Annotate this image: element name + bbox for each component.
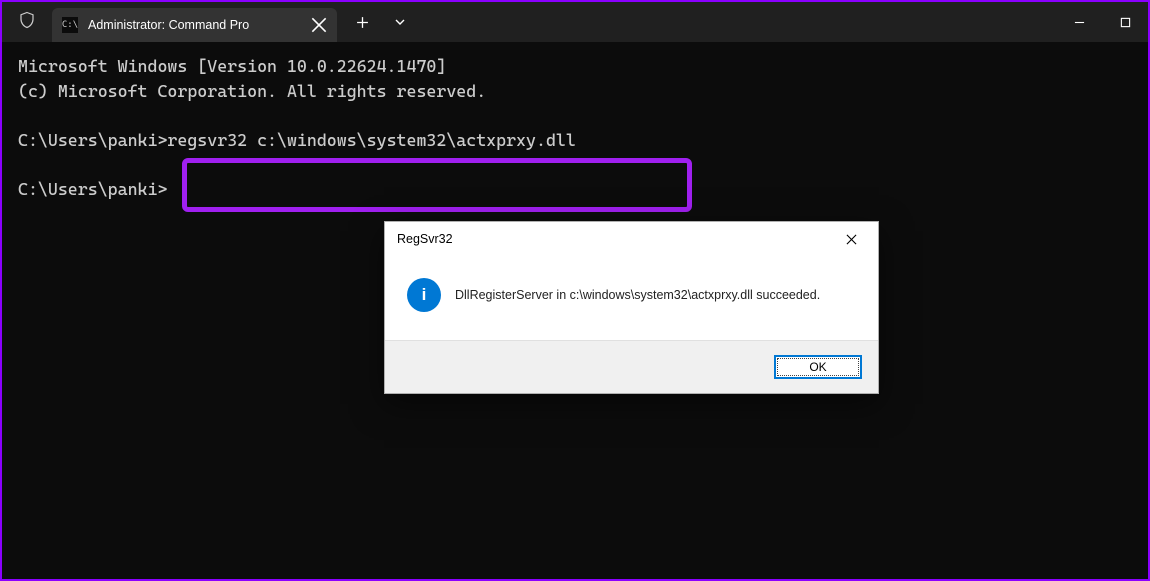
tab-title: Administrator: Command Pro (88, 18, 301, 32)
cmd-icon: C:\ (62, 17, 78, 33)
dialog-button-row: OK (385, 340, 878, 393)
tab-actions (345, 7, 417, 37)
dialog-close-button[interactable] (830, 224, 872, 254)
dialog-message: DllRegisterServer in c:\windows\system32… (455, 288, 820, 302)
terminal-line: Microsoft Windows [Version 10.0.22624.14… (18, 56, 446, 76)
terminal-tab[interactable]: C:\ Administrator: Command Pro (52, 8, 337, 42)
dialog-content: i DllRegisterServer in c:\windows\system… (385, 256, 878, 340)
terminal-prompt: C:\Users\panki> (18, 130, 167, 150)
new-tab-button[interactable] (345, 7, 379, 37)
ok-button[interactable]: OK (774, 355, 862, 379)
window-controls (1056, 2, 1148, 42)
dialog-titlebar[interactable]: RegSvr32 (385, 222, 878, 256)
maximize-button[interactable] (1102, 2, 1148, 42)
dialog-title: RegSvr32 (397, 232, 830, 246)
regsvr32-dialog: RegSvr32 i DllRegisterServer in c:\windo… (384, 221, 879, 394)
terminal-prompt: C:\Users\panki> (18, 179, 167, 199)
highlight-annotation (182, 158, 692, 212)
terminal-line: (c) Microsoft Corporation. All rights re… (18, 81, 486, 101)
info-icon: i (407, 278, 441, 312)
terminal-command: regsvr32 c:\windows\system32\actxprxy.dl… (167, 130, 575, 150)
tab-close-button[interactable] (311, 17, 327, 33)
shield-icon (18, 11, 36, 34)
window-titlebar: C:\ Administrator: Command Pro (2, 2, 1148, 42)
minimize-button[interactable] (1056, 2, 1102, 42)
uac-shield-area (2, 11, 52, 34)
tab-dropdown-button[interactable] (383, 7, 417, 37)
